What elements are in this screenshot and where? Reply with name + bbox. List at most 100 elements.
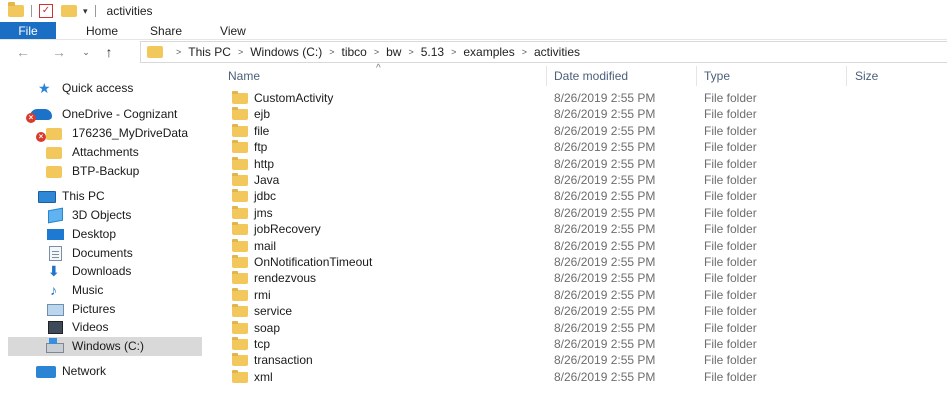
file-row-xml[interactable]: xml 8/26/2019 2:55 PM File folder bbox=[206, 369, 947, 385]
file-type: File folder bbox=[704, 222, 757, 237]
file-date-modified: 8/26/2019 2:55 PM bbox=[554, 337, 656, 351]
folder-icon bbox=[232, 287, 248, 301]
file-type: File folder bbox=[704, 107, 757, 122]
tab-share[interactable]: Share bbox=[140, 22, 204, 39]
folder-icon bbox=[232, 189, 248, 203]
sidebar-item-pictures[interactable]: Pictures bbox=[0, 300, 202, 319]
file-row-onnotificationtimeout[interactable]: OnNotificationTimeout 8/26/2019 2:55 PM … bbox=[206, 254, 947, 270]
tab-file[interactable]: File bbox=[0, 22, 56, 39]
column-divider[interactable] bbox=[846, 66, 847, 86]
chevron-right-icon[interactable]: > bbox=[329, 47, 334, 57]
file-type: File folder bbox=[704, 205, 757, 220]
file-row-soap[interactable]: soap 8/26/2019 2:55 PM File folder bbox=[206, 320, 947, 336]
chevron-right-icon[interactable]: > bbox=[522, 47, 527, 57]
properties-icon[interactable]: ✓ bbox=[39, 4, 53, 18]
breadcrumb-5-13[interactable]: 5.13 bbox=[421, 45, 444, 59]
sidebar-item-label: 3D Objects bbox=[72, 208, 132, 222]
file-row-ftp[interactable]: ftp 8/26/2019 2:55 PM File folder bbox=[206, 139, 947, 155]
file-row-transaction[interactable]: transaction 8/26/2019 2:55 PM File folde… bbox=[206, 352, 947, 368]
chevron-right-icon[interactable]: > bbox=[374, 47, 379, 57]
onedrive-cloud-icon: × bbox=[26, 109, 52, 123]
sidebar-item-downloads[interactable]: ⬇ Downloads bbox=[0, 262, 202, 281]
folder-icon bbox=[232, 320, 248, 334]
file-row-java[interactable]: Java 8/26/2019 2:55 PM File folder bbox=[206, 172, 947, 188]
file-type: File folder bbox=[704, 238, 757, 253]
file-date-modified: 8/26/2019 2:55 PM bbox=[554, 189, 656, 204]
file-name: jdbc bbox=[254, 189, 277, 204]
file-date-modified: 8/26/2019 2:55 PM bbox=[554, 287, 656, 302]
column-divider[interactable] bbox=[546, 66, 547, 86]
folder-icon bbox=[232, 369, 248, 383]
file-row-rendezvous[interactable]: rendezvous 8/26/2019 2:55 PM File folder bbox=[206, 270, 947, 286]
file-name: OnNotificationTimeout bbox=[254, 255, 373, 269]
file-date-modified: 8/26/2019 2:55 PM bbox=[554, 353, 656, 368]
column-header-date-modified[interactable]: Date modified bbox=[554, 69, 628, 83]
sidebar-item-this-pc[interactable]: This PC bbox=[0, 187, 202, 206]
file-name: rendezvous bbox=[254, 271, 317, 286]
column-header-name[interactable]: Name bbox=[228, 69, 260, 83]
sidebar-item-label: Desktop bbox=[72, 227, 117, 241]
sidebar-item-btp-backup[interactable]: BTP-Backup bbox=[0, 162, 202, 181]
new-folder-icon[interactable] bbox=[61, 5, 77, 17]
address-bar[interactable]: > This PC > Windows (C:) > tibco > bw > … bbox=[140, 41, 947, 63]
forward-arrow-icon[interactable]: → bbox=[48, 41, 70, 63]
folder-icon bbox=[46, 166, 62, 178]
sidebar-item-documents[interactable]: Documents bbox=[0, 244, 202, 263]
breadcrumb-windows-c[interactable]: Windows (C:) bbox=[250, 45, 322, 59]
file-date-modified: 8/26/2019 2:55 PM bbox=[554, 205, 656, 220]
sidebar-item-network[interactable]: Network bbox=[0, 362, 202, 381]
sidebar-item-label: OneDrive - Cognizant bbox=[62, 107, 178, 121]
file-row-jms[interactable]: jms 8/26/2019 2:55 PM File folder bbox=[206, 205, 947, 221]
up-arrow-icon[interactable]: ↑ bbox=[98, 41, 120, 63]
sidebar-item-176236-mydrivedata[interactable]: × 176236_MyDriveData bbox=[0, 124, 202, 143]
file-row-file[interactable]: file 8/26/2019 2:55 PM File folder bbox=[206, 123, 947, 139]
sidebar-item-desktop[interactable]: Desktop bbox=[0, 225, 202, 244]
file-name: ejb bbox=[254, 107, 271, 122]
chevron-right-icon[interactable]: > bbox=[176, 47, 181, 57]
file-date-modified: 8/26/2019 2:55 PM bbox=[554, 91, 656, 105]
customize-quick-access-icon[interactable]: ▾ bbox=[83, 6, 88, 17]
sidebar-item-attachments[interactable]: Attachments bbox=[0, 143, 202, 162]
sidebar-item-videos[interactable]: Videos bbox=[0, 318, 202, 337]
sidebar-item-onedrive[interactable]: × OneDrive - Cognizant bbox=[0, 105, 202, 124]
file-row-mail[interactable]: mail 8/26/2019 2:55 PM File folder bbox=[206, 238, 947, 254]
divider bbox=[94, 5, 96, 17]
file-type: File folder bbox=[704, 369, 757, 384]
breadcrumb-this-pc[interactable]: This PC bbox=[188, 45, 231, 59]
sidebar-item-label: This PC bbox=[62, 189, 105, 203]
file-row-jdbc[interactable]: jdbc 8/26/2019 2:55 PM File folder bbox=[206, 188, 947, 204]
breadcrumb-bw[interactable]: bw bbox=[386, 45, 401, 59]
downloads-icon: ⬇ bbox=[48, 263, 60, 279]
chevron-right-icon[interactable]: > bbox=[451, 47, 456, 57]
navigation-bar: ← → ⌄ ↑ > This PC > Windows (C:) > tibco… bbox=[0, 40, 947, 64]
file-row-jobrecovery[interactable]: jobRecovery 8/26/2019 2:55 PM File folde… bbox=[206, 221, 947, 237]
chevron-right-icon[interactable]: > bbox=[238, 47, 243, 57]
network-icon bbox=[36, 366, 56, 378]
column-header-size[interactable]: Size bbox=[855, 69, 878, 83]
file-row-tcp[interactable]: tcp 8/26/2019 2:55 PM File folder bbox=[206, 336, 947, 352]
folder-icon bbox=[46, 147, 62, 159]
tab-home[interactable]: Home bbox=[56, 22, 140, 39]
breadcrumb-examples[interactable]: examples bbox=[463, 45, 514, 59]
sidebar-item-music[interactable]: ♪ Music bbox=[0, 281, 202, 300]
column-divider[interactable] bbox=[696, 66, 697, 86]
chevron-right-icon[interactable]: > bbox=[408, 47, 413, 57]
file-row-http[interactable]: http 8/26/2019 2:55 PM File folder bbox=[206, 156, 947, 172]
sidebar-item-3d-objects[interactable]: 3D Objects bbox=[0, 206, 202, 225]
recent-locations-chevron-icon[interactable]: ⌄ bbox=[78, 41, 94, 63]
sidebar-item-quick-access[interactable]: ★ Quick access bbox=[0, 79, 202, 98]
breadcrumb-activities[interactable]: activities bbox=[534, 45, 580, 59]
file-row-rmi[interactable]: rmi 8/26/2019 2:55 PM File folder bbox=[206, 287, 947, 303]
back-arrow-icon[interactable]: ← bbox=[12, 41, 34, 63]
file-row-customactivity[interactable]: CustomActivity 8/26/2019 2:55 PM File fo… bbox=[206, 90, 947, 106]
column-header-type[interactable]: Type bbox=[704, 69, 730, 83]
file-row-ejb[interactable]: ejb 8/26/2019 2:55 PM File folder bbox=[206, 106, 947, 122]
folder-icon: × bbox=[36, 128, 62, 142]
file-name: jms bbox=[254, 205, 273, 220]
tab-view[interactable]: View bbox=[204, 22, 268, 39]
error-badge-icon: × bbox=[26, 113, 36, 123]
file-row-service[interactable]: service 8/26/2019 2:55 PM File folder bbox=[206, 303, 947, 319]
documents-icon bbox=[49, 246, 62, 261]
breadcrumb-tibco[interactable]: tibco bbox=[342, 45, 367, 59]
sidebar-item-windows-c[interactable]: Windows (C:) bbox=[8, 337, 202, 356]
